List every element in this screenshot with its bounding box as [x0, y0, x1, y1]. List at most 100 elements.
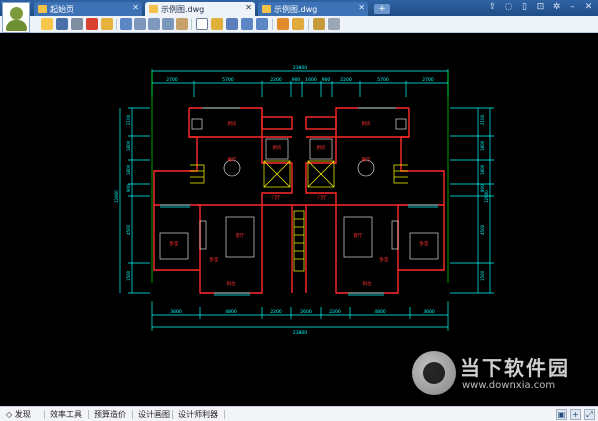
- lock-icon[interactable]: ⊡: [535, 2, 546, 13]
- bottom-dimensions: [151, 301, 449, 331]
- tab-bar: 起始页 ✕ 示例图.dwg ✕ 示例图.dwg ✕ + ⇪ ◌ ▯ ⊡ ✲ – …: [0, 0, 598, 16]
- design-drawing-link[interactable]: 设计画图: [138, 409, 170, 420]
- dim-label: 3600: [170, 309, 182, 315]
- dim-label: 1800: [126, 140, 131, 151]
- zoom-in-icon[interactable]: [148, 18, 160, 30]
- dim-label: 2700: [422, 77, 434, 83]
- minimize-icon[interactable]: –: [567, 2, 578, 13]
- designer-tools-link[interactable]: 设计师利器: [178, 409, 218, 420]
- print-icon[interactable]: [71, 18, 83, 30]
- dim-label: 1800: [126, 164, 131, 175]
- dim-label: 2600: [300, 309, 312, 315]
- toolbar-divider: [191, 19, 192, 30]
- layers-icon[interactable]: [292, 18, 304, 30]
- crosshair-icon[interactable]: +: [570, 409, 581, 420]
- dim-label: 2200: [340, 77, 352, 83]
- device-icon[interactable]: ▯: [519, 2, 530, 13]
- dim-label: 1600: [305, 77, 317, 83]
- efficiency-tools-link[interactable]: 效率工具: [50, 409, 82, 420]
- new-tab-button[interactable]: +: [374, 4, 390, 14]
- watermark-title: 当下软件园: [460, 356, 570, 380]
- pen-icon[interactable]: [211, 18, 223, 30]
- discover-link[interactable]: ◇ 发现: [6, 409, 31, 420]
- cad-viewer-window: 起始页 ✕ 示例图.dwg ✕ 示例图.dwg ✕ + ⇪ ◌ ▯ ⊡ ✲ – …: [0, 0, 598, 421]
- dim-label: 2700: [166, 77, 178, 83]
- stack-icon[interactable]: [313, 18, 325, 30]
- left-dimensions: [119, 107, 150, 294]
- status-divider: [224, 410, 225, 419]
- watermark-logo-icon: [412, 351, 456, 395]
- settings-icon[interactable]: ✲: [551, 2, 562, 13]
- rotate-icon[interactable]: [120, 18, 132, 30]
- room-label: 厨房: [362, 120, 371, 127]
- avatar[interactable]: [2, 2, 30, 33]
- watermark: 当下软件园 www.downxia.com: [412, 351, 592, 399]
- toolbar-divider: [116, 19, 117, 30]
- tab-drawing-1[interactable]: 示例图.dwg ✕: [145, 2, 255, 16]
- tab-label: 示例图.dwg: [274, 5, 318, 14]
- room-label: 卧室: [380, 256, 389, 263]
- dim-label: 900: [480, 184, 485, 192]
- dim-label: 1500: [126, 270, 131, 281]
- status-bar: ◇ 发现 效率工具 预算造价 设计画图 设计师利器 ▣ + ⤢: [0, 406, 598, 421]
- dim-label: 4500: [126, 224, 131, 235]
- dim-label: 900: [126, 184, 131, 192]
- room-label: 餐厅: [362, 156, 371, 163]
- undo-icon[interactable]: [241, 18, 253, 30]
- top-dimensions: [151, 69, 449, 97]
- close-icon[interactable]: ✕: [358, 3, 365, 12]
- dim-label: 5700: [377, 77, 389, 83]
- open-icon[interactable]: [41, 18, 53, 30]
- redo-icon[interactable]: [256, 18, 268, 30]
- tab-drawing-2[interactable]: 示例图.dwg ✕: [258, 2, 368, 16]
- status-right-controls: ▣ + ⤢: [556, 409, 595, 420]
- dim-label: 1800: [480, 140, 485, 151]
- dim-label: 3600: [423, 309, 435, 315]
- window-controls: ⇪ ◌ ▯ ⊡ ✲ – ✕: [487, 2, 594, 13]
- save-icon[interactable]: [56, 18, 68, 30]
- windows: [160, 107, 438, 296]
- room-label: 卧室: [170, 240, 179, 247]
- dwg-file-icon: [262, 5, 271, 13]
- text-icon[interactable]: [196, 18, 208, 30]
- dim-label: 900: [322, 77, 331, 83]
- expand-icon[interactable]: ⤢: [584, 409, 595, 420]
- avatar-body: [6, 20, 27, 31]
- room-label: 厨房: [317, 144, 326, 151]
- dim-label: 4800: [374, 309, 386, 315]
- check-icon[interactable]: [328, 18, 340, 30]
- close-icon[interactable]: ✕: [132, 3, 139, 12]
- zoom-out-icon[interactable]: [162, 18, 174, 30]
- dim-label: 900: [292, 77, 301, 83]
- budget-cost-link[interactable]: 预算造价: [94, 409, 126, 420]
- dim-label: 1500: [480, 270, 485, 281]
- zoom-window-icon[interactable]: [134, 18, 146, 30]
- chat-icon[interactable]: ◌: [503, 2, 514, 13]
- layout-icon[interactable]: ▣: [556, 409, 567, 420]
- dim-label: 1800: [480, 164, 485, 175]
- stairs: [190, 160, 408, 272]
- lock-icon[interactable]: [101, 18, 113, 30]
- avatar-head: [10, 7, 23, 20]
- dim-label: 2200: [270, 77, 282, 83]
- dim-label: 5700: [222, 77, 234, 83]
- share-icon[interactable]: ⇪: [487, 2, 498, 13]
- close-icon[interactable]: ✕: [245, 3, 252, 12]
- close-icon[interactable]: ✕: [583, 2, 594, 13]
- room-label: 厨房: [273, 144, 282, 151]
- drawing-canvas[interactable]: 23800 2700 5700 2200 900 1600 900 2200 5…: [0, 33, 598, 406]
- marker-icon[interactable]: [226, 18, 238, 30]
- toolbar-divider: [308, 19, 309, 30]
- watermark-url: www.downxia.com: [462, 380, 556, 391]
- tab-label: 起始页: [50, 5, 74, 14]
- export-icon[interactable]: [277, 18, 289, 30]
- tab-start-page[interactable]: 起始页 ✕: [34, 2, 142, 16]
- toolbar: [0, 16, 598, 33]
- dim-label-top-total: 23800: [293, 65, 307, 71]
- room-label: 阳台: [363, 280, 372, 287]
- toolbar-divider: [272, 19, 273, 30]
- tab-label: 示例图.dwg: [161, 5, 205, 14]
- pan-icon[interactable]: [176, 18, 188, 30]
- pdf-icon[interactable]: [86, 18, 98, 30]
- dwg-file-icon: [149, 5, 158, 13]
